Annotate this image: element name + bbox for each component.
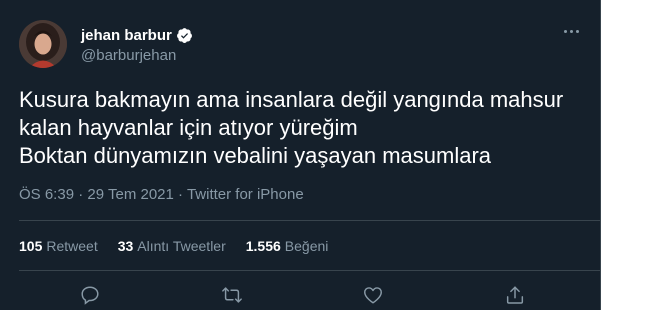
- verified-badge-icon: [176, 27, 193, 44]
- name-row: jehan barbur: [81, 25, 193, 45]
- tweet-time[interactable]: ÖS 6:39: [19, 186, 74, 203]
- quote-label: Alıntı Tweetler: [137, 238, 226, 254]
- more-options-icon[interactable]: [559, 24, 583, 38]
- share-icon[interactable]: [504, 284, 528, 308]
- tweet-text-line: kalan hayvanlar için atıyor yüreğim: [19, 115, 358, 140]
- like-count: 1.556: [245, 238, 281, 254]
- tweet-stats: 105 Retweet 33 Alıntı Tweetler 1.556 Beğeni: [19, 238, 348, 254]
- tweet-text-line: Boktan dünyamızın vebalini yaşayan masum…: [19, 143, 492, 168]
- meta-separator: ·: [178, 186, 187, 203]
- like-stat[interactable]: 1.556 Beğeni: [246, 238, 329, 254]
- tweet-text: Kusura bakmayın ama insanlara değil yang…: [19, 86, 589, 170]
- tweet-header: jehan barbur @barburjehan: [15, 10, 585, 70]
- display-name[interactable]: jehan barbur: [81, 27, 172, 44]
- retweet-stat[interactable]: 105 Retweet: [19, 238, 98, 254]
- tweet-actions: [0, 282, 600, 312]
- retweet-icon[interactable]: [220, 284, 244, 308]
- retweet-label: Retweet: [46, 238, 98, 254]
- divider: [19, 220, 600, 221]
- meta-separator: ·: [78, 186, 88, 203]
- tweet-source[interactable]: Twitter for iPhone: [187, 186, 304, 203]
- tweet-card: jehan barbur @barburjehan Kusura bakmayı…: [0, 0, 601, 310]
- tweet-text-line: Kusura bakmayın ama insanlara değil yang…: [19, 87, 564, 112]
- author-info: jehan barbur @barburjehan: [81, 25, 193, 64]
- avatar-image: [19, 20, 67, 68]
- tweet-date[interactable]: 29 Tem 2021: [87, 186, 173, 203]
- reply-icon[interactable]: [79, 284, 103, 308]
- like-icon[interactable]: [362, 284, 386, 308]
- like-label: Beğeni: [284, 238, 329, 254]
- tweet-meta: ÖS 6:39 · 29 Tem 2021 · Twitter for iPho…: [19, 186, 304, 203]
- retweet-count: 105: [19, 238, 43, 254]
- divider: [19, 270, 600, 271]
- quote-stat[interactable]: 33 Alıntı Tweetler: [118, 238, 226, 254]
- quote-count: 33: [117, 238, 134, 254]
- author-handle[interactable]: @barburjehan: [81, 47, 193, 64]
- avatar[interactable]: [19, 20, 67, 68]
